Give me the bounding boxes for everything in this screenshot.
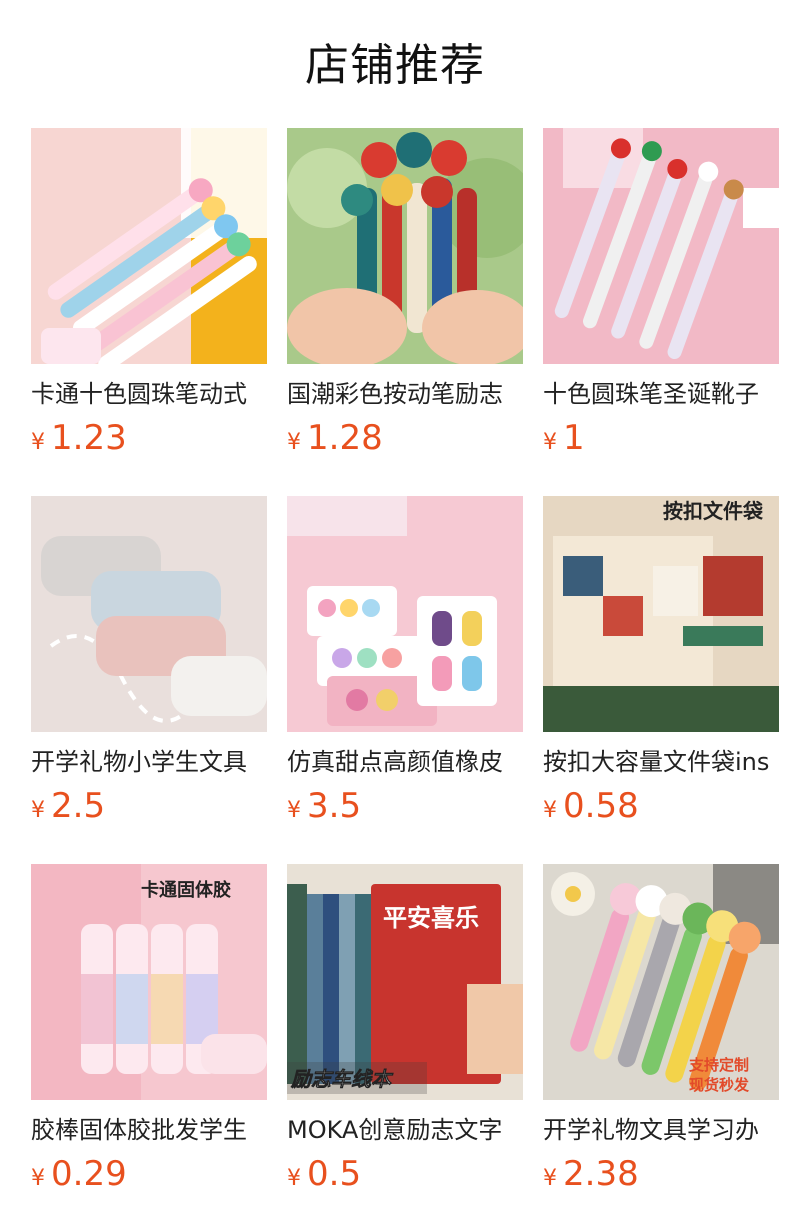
product-name[interactable]: 胶棒固体胶批发学生 (31, 1114, 267, 1146)
product-name[interactable]: MOKA创意励志文字 (287, 1114, 523, 1146)
product-card[interactable]: 卡通十色圆珠笔动式 ¥1.23 (31, 128, 267, 496)
product-price: ¥2.38 (543, 1152, 779, 1196)
product-image[interactable]: 卡通固体胶 (31, 864, 267, 1100)
recommend-page: 店铺推荐 卡通十色圆珠笔动式 ¥ 1.23 国潮彩色按动笔励志 ¥ 1.28 十… (0, 0, 790, 1232)
product-price: ¥3.5 (287, 784, 523, 828)
product-photo-pencil-cases (31, 496, 267, 732)
price-value: 0.5 (307, 1154, 362, 1194)
product-photo-multicolor-pens (31, 128, 267, 364)
product-image[interactable] (31, 496, 267, 732)
currency-symbol: ¥ (287, 798, 301, 823)
product-card[interactable]: 平安喜乐 励志车线本 MOKA创意励志文字 ¥0.5 (287, 864, 523, 1232)
banner-text: 支持定制 (688, 1056, 749, 1074)
price-value: 2.38 (563, 1154, 639, 1194)
product-card[interactable]: 按扣文件袋 按扣大容量文件袋ins ¥0.58 (543, 496, 779, 864)
product-price: ¥1 (543, 416, 779, 460)
product-price: ¥2.5 (31, 784, 267, 828)
currency-symbol: ¥ (543, 430, 557, 455)
price-value: 1 (563, 418, 585, 458)
banner-text: 现货秒发 (689, 1076, 750, 1094)
product-price: ¥1.23 (31, 416, 267, 460)
product-price: ¥0.29 (31, 1152, 267, 1196)
product-name[interactable]: 卡通十色圆珠笔动式 (31, 378, 267, 410)
product-name[interactable]: 十色圆珠笔圣诞靴子 (543, 378, 779, 410)
product-photo-dessert-erasers (287, 496, 523, 732)
product-image[interactable]: 平安喜乐 励志车线本 (287, 864, 523, 1100)
product-name[interactable]: 按扣大容量文件袋ins (543, 746, 779, 778)
price-value: 2.5 (51, 786, 106, 826)
banner-text: 卡通固体胶 (141, 879, 231, 901)
currency-symbol: ¥ (287, 1166, 301, 1191)
product-card[interactable]: 国潮彩色按动笔励志 ¥1.28 (287, 128, 523, 496)
banner-text: 励志车线本 (290, 1067, 394, 1091)
product-card[interactable]: 支持定制 现货秒发 开学礼物文具学习办 ¥2.38 (543, 864, 779, 1232)
currency-symbol: ¥ (31, 798, 45, 823)
currency-symbol: ¥ (543, 798, 557, 823)
price-value: 1.28 (307, 418, 383, 458)
banner-text: 按扣文件袋 (663, 499, 764, 523)
page-title: 店铺推荐 (305, 40, 485, 91)
product-image[interactable] (287, 496, 523, 732)
notebook-cover-text: 平安喜乐 (383, 904, 479, 932)
product-name[interactable]: 国潮彩色按动笔励志 (287, 378, 523, 410)
product-card[interactable]: 开学礼物小学生文具 ¥2.5 (31, 496, 267, 864)
price-value: 0.29 (51, 1154, 127, 1194)
product-price: ¥0.5 (287, 1152, 523, 1196)
price-value: 3.5 (307, 786, 362, 826)
product-photo-guochao-pens (287, 128, 523, 364)
product-name[interactable]: 仿真甜点高颜值橡皮 (287, 746, 523, 778)
product-card[interactable]: 十色圆珠笔圣诞靴子 ¥1 (543, 128, 779, 496)
currency-symbol: ¥ (287, 430, 301, 455)
product-card[interactable]: 卡通固体胶 胶棒固体胶批发学生 ¥0.29 (31, 864, 267, 1232)
product-photo-christmas-pens (543, 128, 779, 364)
product-grid: 卡通十色圆珠笔动式 ¥1.23 国潮彩色按动笔励志 ¥ 1.28 十色圆珠笔圣诞… (31, 128, 779, 1232)
product-image[interactable]: 按扣文件袋 (543, 496, 779, 732)
product-photo-glue-sticks: 卡通固体胶 (31, 864, 267, 1100)
product-photo-file-bags: 按扣文件袋 (543, 496, 779, 732)
product-image[interactable] (31, 128, 267, 364)
product-image[interactable] (543, 128, 779, 364)
product-image[interactable]: 支持定制 现货秒发 (543, 864, 779, 1100)
product-name[interactable]: 开学礼物文具学习办 (543, 1114, 779, 1146)
currency-symbol: ¥ (543, 1166, 557, 1191)
product-card[interactable]: 仿真甜点高颜值橡皮 ¥3.5 (287, 496, 523, 864)
product-image[interactable] (287, 128, 523, 364)
product-price: ¥0.58 (543, 784, 779, 828)
product-name[interactable]: 开学礼物小学生文具 (31, 746, 267, 778)
price-value: 1.23 (51, 418, 127, 458)
currency-symbol: ¥ (31, 1166, 45, 1191)
product-photo-squishy-pens: 支持定制 现货秒发 (543, 864, 779, 1100)
currency-symbol: ¥ (31, 430, 45, 455)
product-photo-motivational-notebooks: 平安喜乐 励志车线本 (287, 864, 523, 1100)
price-value: 0.58 (563, 786, 639, 826)
product-price: ¥1.28 (287, 416, 523, 460)
